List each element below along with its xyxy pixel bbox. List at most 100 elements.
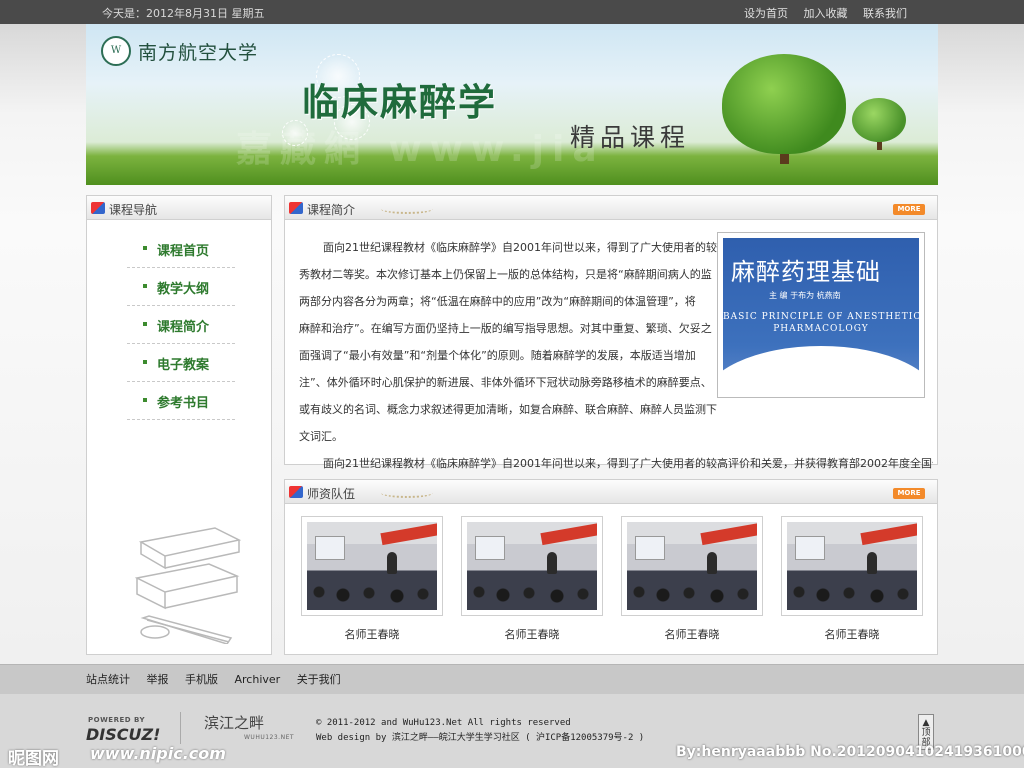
bullet-icon [143, 284, 147, 288]
nipic-url-watermark: www.nipic.com [90, 744, 226, 763]
bullet-icon [143, 360, 147, 364]
discuz-logo[interactable]: DISCUZ! [86, 725, 160, 744]
red-banner [700, 522, 757, 546]
mobile-version-link[interactable]: 手机版 [185, 673, 218, 686]
screen [315, 536, 345, 560]
faculty-title: 师资队伍 [307, 487, 356, 501]
screen [475, 536, 505, 560]
banner-watermark: 嘉藏網 www.jia [236, 129, 605, 170]
ornament-swirl [381, 488, 433, 498]
faculty-more-button[interactable]: MORE [893, 488, 925, 499]
audience [467, 586, 597, 610]
brand-url: WUHU123.NET [244, 734, 295, 741]
book-english-title: BASIC PRINCIPLE OF ANESTHETIC [723, 312, 919, 322]
ornament-swirl [381, 204, 433, 214]
teacher-photo[interactable] [301, 516, 443, 616]
intro-line: 或有歧义的名词、概念力求叙述得更加清晰，如复合麻醉、联合麻醉、麻醉人员监测下 [299, 403, 717, 416]
nav-item-label[interactable]: 电子教案 [157, 354, 209, 373]
teacher-name[interactable]: 名师王春晓 [301, 626, 443, 642]
nav-item-label[interactable]: 课程简介 [157, 316, 209, 335]
nav-item-course-home[interactable]: 课程首页 [127, 230, 235, 268]
set-homepage-link[interactable]: 设为首页 [744, 7, 788, 20]
university-emblem-icon: W [101, 36, 131, 66]
classroom-photo [307, 522, 437, 610]
design-credit: Web design by 滨江之畔——皖江大学生学习社区 ( 沪ICP备120… [316, 733, 645, 743]
header-banner: 嘉藏網 www.jia W 南方航空大学 临床麻醉学 精品课程 [86, 24, 938, 185]
brand-logo[interactable]: 滨江之畔 [204, 712, 264, 733]
nav-item-course-intro[interactable]: 课程简介 [127, 306, 235, 344]
nav-item-label[interactable]: 教学大纲 [157, 278, 209, 297]
classroom-photo [787, 522, 917, 610]
intro-header: 课程简介 MORE [285, 196, 937, 220]
intro-line: 文词汇。 [299, 430, 343, 443]
teacher-card: 名师王春晓 [621, 516, 763, 642]
nav-item-reference-books[interactable]: 参考书目 [127, 382, 235, 420]
nipic-watermark: 昵图网 [8, 749, 59, 768]
teacher-figure [867, 552, 877, 574]
teacher-photo[interactable] [781, 516, 923, 616]
audience [787, 586, 917, 610]
current-date: 今天是：2012年8月31日 星期五 [102, 7, 265, 20]
book-english-title: PHARMACOLOGY [773, 324, 869, 334]
copyright-block: © 2011-2012 and WuHu123.Net All rights r… [316, 716, 644, 746]
red-banner [540, 522, 597, 546]
course-intro-panel: 课程简介 MORE 面向21世纪课程教材《临床麻醉学》自2001年问世以来，得到… [284, 195, 938, 470]
contact-us-link[interactable]: 联系我们 [863, 7, 907, 20]
top-bar: 今天是：2012年8月31日 星期五 设为首页 加入收藏 联系我们 [0, 0, 1024, 24]
teacher-photo[interactable] [621, 516, 763, 616]
archiver-link[interactable]: Archiver [235, 673, 281, 686]
teacher-list: 名师王春晓 名师王春晓 名师王春晓 名师王春晓 [301, 516, 941, 641]
add-favorite-link[interactable]: 加入收藏 [804, 7, 848, 20]
books-illustration-icon [135, 527, 242, 644]
teacher-name[interactable]: 名师王春晓 [621, 626, 763, 642]
bullet-icon [143, 398, 147, 402]
nav-item-e-lesson-plans[interactable]: 电子教案 [127, 344, 235, 382]
author-watermark: By:henryaaabbb No.20120904102419361000 [676, 744, 1024, 760]
panel-header-icon [289, 486, 303, 498]
screen [635, 536, 665, 560]
nav-item-label[interactable]: 课程首页 [157, 240, 209, 259]
powered-by-label: POWERED BY [88, 716, 146, 724]
university-name: 南方航空大学 [138, 42, 259, 64]
faculty-header: 师资队伍 MORE [285, 480, 937, 504]
top-links: 设为首页 加入收藏 联系我们 [732, 5, 907, 21]
intro-more-button[interactable]: MORE [893, 204, 925, 215]
teacher-card: 名师王春晓 [301, 516, 443, 642]
bullet-icon [143, 246, 147, 250]
book-authors: 主 编 于布为 杭燕南 [769, 291, 841, 300]
teacher-photo[interactable] [461, 516, 603, 616]
footer-links-bar: 站点统计 举报 手机版 Archiver 关于我们 [0, 664, 1024, 694]
book-title: 麻醉药理基础 [731, 258, 881, 286]
teacher-figure [547, 552, 557, 574]
teacher-card: 名师王春晓 [781, 516, 923, 642]
audience [627, 586, 757, 610]
panel-header-icon [289, 202, 303, 214]
course-subtitle: 精品课程 [570, 123, 691, 152]
copyright-text: © 2011-2012 and WuHu123.Net All rights r… [316, 718, 571, 728]
screen [795, 536, 825, 560]
footer-links: 站点统计 举报 手机版 Archiver 关于我们 [86, 671, 354, 687]
bullet-icon [143, 322, 147, 326]
heart-tree-image [722, 54, 846, 154]
classroom-photo [627, 522, 757, 610]
teacher-name[interactable]: 名师王春晓 [461, 626, 603, 642]
course-title: 临床麻醉学 [302, 81, 497, 124]
nav-item-label[interactable]: 参考书目 [157, 392, 209, 411]
site-stats-link[interactable]: 站点统计 [86, 673, 130, 686]
cover-arc-decoration [723, 346, 919, 392]
teacher-figure [707, 552, 717, 574]
small-heart-tree-image [852, 98, 906, 142]
report-link[interactable]: 举报 [147, 673, 169, 686]
intro-title: 课程简介 [307, 203, 356, 217]
book-cover: 麻醉药理基础 主 编 于布为 杭燕南 BASIC PRINCIPLE OF AN… [723, 238, 919, 392]
sidebar-course-nav: 课程导航 课程首页 教学大纲 课程简介 电子教案 参考书目 [86, 195, 272, 655]
red-banner [860, 522, 917, 546]
teacher-figure [387, 552, 397, 574]
teacher-name[interactable]: 名师王春晓 [781, 626, 923, 642]
panel-header-icon [91, 202, 105, 214]
about-us-link[interactable]: 关于我们 [297, 673, 341, 686]
teacher-card: 名师王春晓 [461, 516, 603, 642]
audience [307, 586, 437, 610]
book-cover-image[interactable]: 麻醉药理基础 主 编 于布为 杭燕南 BASIC PRINCIPLE OF AN… [717, 232, 925, 398]
nav-item-syllabus[interactable]: 教学大纲 [127, 268, 235, 306]
